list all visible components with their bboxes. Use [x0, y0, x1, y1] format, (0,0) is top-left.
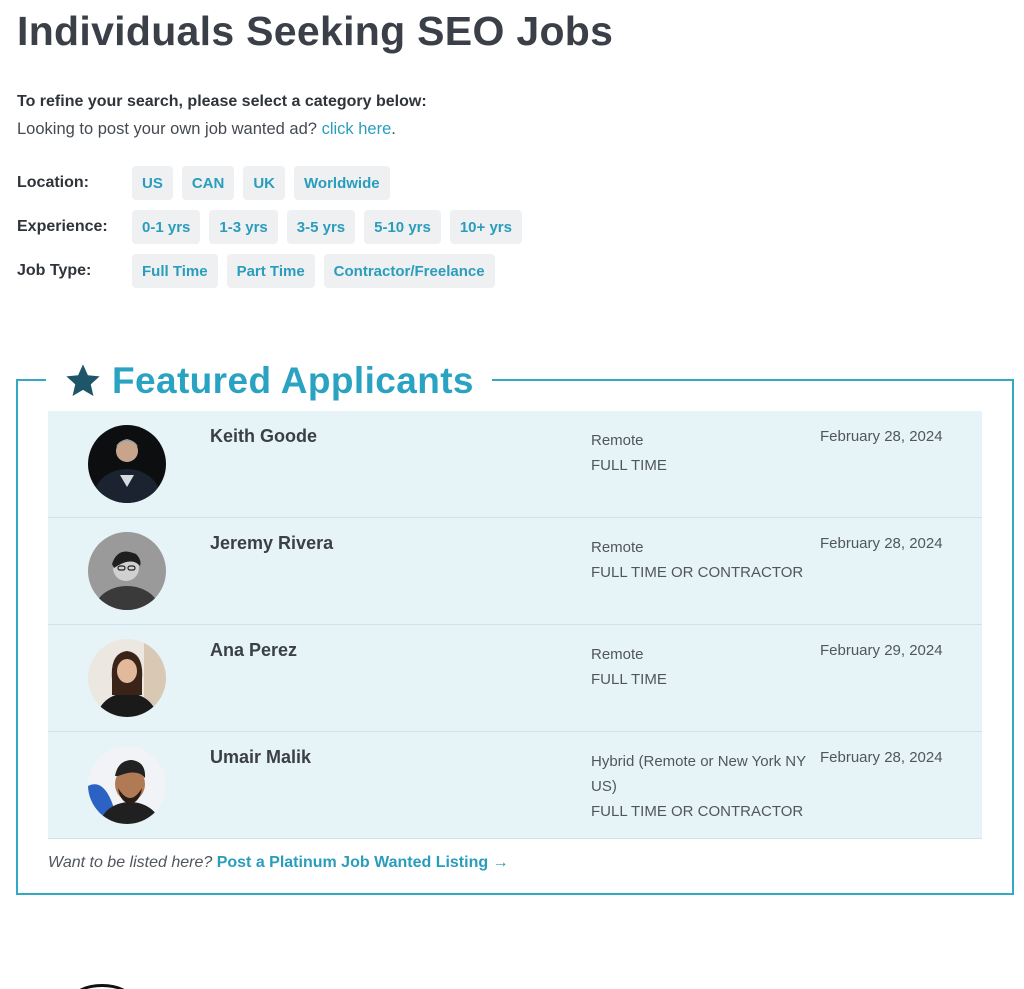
experience-chip-3-5[interactable]: 3-5 yrs [286, 210, 356, 244]
experience-chip-1-3[interactable]: 1-3 yrs [209, 210, 278, 244]
experience-filter-row: Experience: 0-1 yrs 1-3 yrs 3-5 yrs 5-10… [17, 210, 531, 244]
avatar[interactable] [88, 746, 166, 824]
listing-cta-prefix: Want to be listed here? [48, 854, 213, 871]
location-chip-us[interactable]: US [132, 166, 173, 200]
applicant-location: Remote [591, 539, 644, 556]
applicant-job-type: FULL TIME OR CONTRACTOR [591, 803, 804, 820]
listing-cta: Want to be listed here? Post a Platinum … [48, 854, 509, 872]
job-type-label: Job Type: [17, 262, 92, 279]
applicant-date: February 28, 2024 [820, 535, 943, 552]
applicant-name[interactable]: Jeremy Rivera [210, 533, 333, 554]
applicant-details: Remote FULL TIME [591, 428, 806, 478]
experience-label: Experience: [17, 218, 108, 235]
post-ad-link[interactable]: click here [322, 120, 392, 138]
applicant-location: Remote [591, 646, 644, 663]
featured-heading: Featured Applicants [46, 358, 492, 404]
location-chip-can[interactable]: CAN [181, 166, 235, 200]
experience-chip-5-10[interactable]: 5-10 yrs [364, 210, 441, 244]
applicant-row[interactable]: Ana Perez Remote FULL TIME February 29, … [48, 625, 982, 732]
applicant-row[interactable]: Umair Malik Hybrid (Remote or New York N… [48, 732, 982, 839]
page-title: Individuals Seeking SEO Jobs [17, 8, 614, 54]
applicant-row[interactable]: Jeremy Rivera Remote FULL TIME OR CONTRA… [48, 518, 982, 625]
job-type-chip-part-time[interactable]: Part Time [226, 254, 315, 288]
avatar-photo [88, 639, 166, 717]
avatar-photo [88, 746, 166, 824]
applicant-list: Keith Goode Remote FULL TIME February 28… [48, 411, 982, 839]
applicant-job-type: FULL TIME [591, 457, 667, 474]
location-filter-row: Location: US CAN UK Worldwide [17, 166, 399, 200]
featured-title: Featured Applicants [112, 360, 474, 401]
experience-chip-0-1[interactable]: 0-1 yrs [132, 210, 201, 244]
applicant-job-type: FULL TIME [591, 671, 667, 688]
applicant-date: February 28, 2024 [820, 428, 943, 445]
avatar-photo [88, 532, 166, 610]
applicant-date: February 28, 2024 [820, 749, 943, 766]
applicant-location: Hybrid (Remote or New York NY US) [591, 753, 806, 795]
applicant-job-type: FULL TIME OR CONTRACTOR [591, 564, 804, 581]
applicant-details: Remote FULL TIME [591, 642, 806, 692]
post-ad-suffix: . [391, 120, 396, 138]
next-section-avatar-edge [72, 984, 132, 989]
applicant-details: Hybrid (Remote or New York NY US) FULL T… [591, 749, 806, 824]
applicant-name[interactable]: Umair Malik [210, 747, 311, 768]
applicant-details: Remote FULL TIME OR CONTRACTOR [591, 535, 806, 585]
applicant-name[interactable]: Ana Perez [210, 640, 297, 661]
job-type-chip-contractor[interactable]: Contractor/Freelance [323, 254, 495, 288]
avatar[interactable] [88, 532, 166, 610]
star-icon [66, 364, 100, 397]
applicant-row[interactable]: Keith Goode Remote FULL TIME February 28… [48, 411, 982, 518]
avatar[interactable] [88, 425, 166, 503]
location-chip-uk[interactable]: UK [243, 166, 286, 200]
job-type-chip-full-time[interactable]: Full Time [132, 254, 218, 288]
post-ad-prefix: Looking to post your own job wanted ad? [17, 120, 317, 138]
applicant-date: February 29, 2024 [820, 642, 943, 659]
applicant-location: Remote [591, 432, 644, 449]
post-ad-line: Looking to post your own job wanted ad? … [17, 120, 396, 139]
refine-instruction: To refine your search, please select a c… [17, 93, 427, 110]
experience-chip-10-plus[interactable]: 10+ yrs [449, 210, 522, 244]
avatar[interactable] [88, 639, 166, 717]
location-label: Location: [17, 174, 89, 191]
applicant-name[interactable]: Keith Goode [210, 426, 317, 447]
job-type-filter-row: Job Type: Full Time Part Time Contractor… [17, 254, 504, 288]
location-chip-worldwide[interactable]: Worldwide [294, 166, 390, 200]
platinum-listing-link[interactable]: Post a Platinum Job Wanted Listing → [217, 854, 509, 871]
avatar-photo [88, 425, 166, 503]
